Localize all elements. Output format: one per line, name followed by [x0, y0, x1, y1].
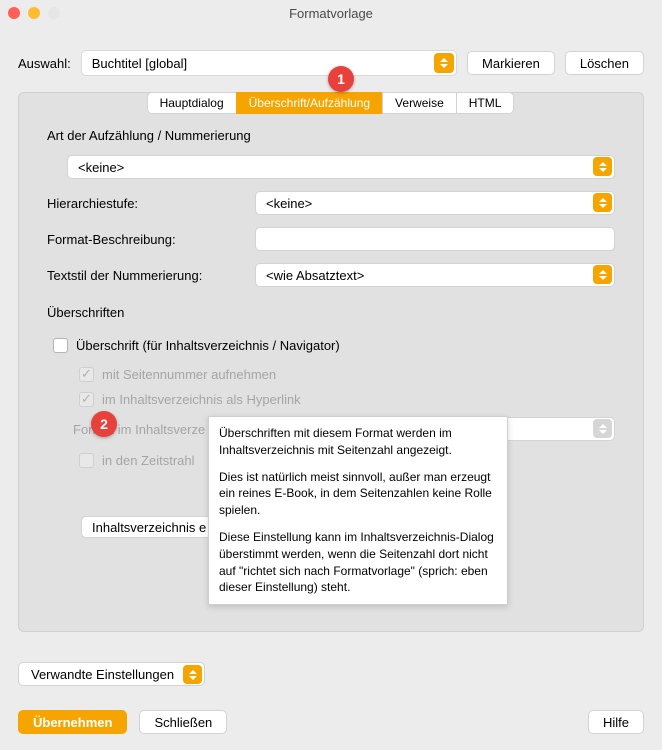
- chevron-updown-icon: [593, 265, 612, 284]
- checkbox-zeitstrahl-label: in den Zeitstrahl: [102, 453, 195, 468]
- chevron-updown-icon: [593, 419, 612, 438]
- markieren-button[interactable]: Markieren: [467, 51, 555, 75]
- section-title-aufzaehlung: Art der Aufzählung / Nummerierung: [47, 128, 615, 143]
- checkbox-seitennummer: [79, 367, 94, 382]
- footer: Übernehmen Schließen Hilfe: [18, 710, 644, 734]
- tooltip: Überschriften mit diesem Format werden i…: [208, 416, 508, 605]
- verwandte-einstellungen-button[interactable]: Verwandte Einstellungen: [18, 662, 205, 686]
- auswahl-label: Auswahl:: [18, 56, 71, 71]
- textstil-select[interactable]: <wie Absatztext>: [255, 263, 615, 287]
- chevron-updown-icon: [434, 53, 454, 73]
- chevron-updown-icon: [593, 193, 612, 212]
- titlebar: Formatvorlage: [0, 0, 662, 26]
- annotation-marker-1: 1: [328, 66, 354, 92]
- hierarchie-value: <keine>: [266, 196, 312, 211]
- tooltip-p3: Diese Einstellung kann im Inhaltsverzeic…: [219, 529, 497, 596]
- hierarchie-select[interactable]: <keine>: [255, 191, 615, 215]
- tooltip-p1: Überschriften mit diesem Format werden i…: [219, 425, 497, 459]
- schliessen-button[interactable]: Schließen: [139, 710, 227, 734]
- textstil-label: Textstil der Nummerierung:: [47, 268, 247, 283]
- aufzaehlung-art-select[interactable]: <keine>: [67, 155, 615, 179]
- aufzaehlung-art-value: <keine>: [78, 160, 124, 175]
- window-title: Formatvorlage: [0, 6, 662, 21]
- tooltip-p2: Dies ist natürlich meist sinnvoll, außer…: [219, 469, 497, 519]
- auswahl-value: Buchtitel [global]: [92, 56, 187, 71]
- loeschen-button[interactable]: Löschen: [565, 51, 644, 75]
- uebernehmen-button[interactable]: Übernehmen: [18, 710, 127, 734]
- checkbox-zeitstrahl: [79, 453, 94, 468]
- annotation-marker-2: 2: [91, 411, 117, 437]
- textstil-value: <wie Absatztext>: [266, 268, 364, 283]
- checkbox-ueberschrift[interactable]: [53, 338, 68, 353]
- checkbox-hyperlink: [79, 392, 94, 407]
- tab-ueberschrift-aufzaehlung[interactable]: Überschrift/Aufzählung: [236, 92, 383, 114]
- hilfe-button[interactable]: Hilfe: [588, 710, 644, 734]
- section-title-ueberschriften: Überschriften: [47, 305, 615, 320]
- checkbox-hyperlink-label: im Inhaltsverzeichnis als Hyperlink: [102, 392, 301, 407]
- checkbox-ueberschrift-label: Überschrift (für Inhaltsverzeichnis / Na…: [76, 338, 340, 353]
- chevron-updown-icon: [593, 157, 612, 176]
- section-aufzaehlung: Art der Aufzählung / Nummerierung <keine…: [19, 114, 643, 287]
- format-beschreibung-label: Format-Beschreibung:: [47, 232, 247, 247]
- format-beschreibung-input[interactable]: [255, 227, 615, 251]
- tab-hauptdialog[interactable]: Hauptdialog: [147, 92, 237, 114]
- tabs: Hauptdialog Überschrift/Aufzählung Verwe…: [19, 92, 643, 114]
- hierarchie-label: Hierarchiestufe:: [47, 196, 247, 211]
- checkbox-seitennummer-label: mit Seitennummer aufnehmen: [102, 367, 276, 382]
- tab-verweise[interactable]: Verweise: [382, 92, 457, 114]
- chevron-updown-icon: [183, 665, 202, 684]
- auswahl-select[interactable]: Buchtitel [global]: [81, 50, 457, 76]
- tab-html[interactable]: HTML: [456, 92, 515, 114]
